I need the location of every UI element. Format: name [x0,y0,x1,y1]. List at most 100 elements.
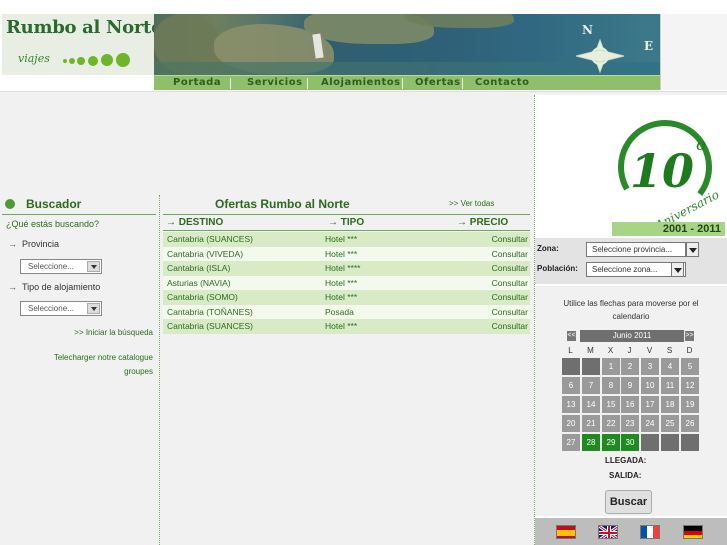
calendar-day[interactable]: 14 [582,396,600,413]
destino-cell[interactable]: Cantabria (SOMO) [167,292,238,302]
calendar-day[interactable]: 23 [621,415,639,432]
calendar-day[interactable]: 7 [582,377,600,394]
fr-flag-icon[interactable] [640,525,660,539]
anniversary-badge[interactable]: 10 o Aniversario [610,95,727,236]
logo[interactable]: Rumbo al Norte viajes [2,14,163,75]
logo-title: Rumbo al Norte [6,17,163,38]
precio-cell[interactable]: Consultar [492,307,528,317]
calendar-day[interactable]: 5 [681,358,699,375]
calendar-day[interactable]: 22 [602,415,620,432]
poblacion-dropdown-arrow-icon[interactable] [671,262,684,277]
calendar-day[interactable]: 9 [621,377,639,394]
table-row[interactable]: Asturias (NAVIA) Hotel *** Consultar [163,275,530,290]
zone-filter: Zona: Seleccione provincia... Población:… [535,238,727,284]
calendar-day[interactable]: 17 [641,396,659,413]
calendar-empty-cell [681,434,699,451]
dropdown-arrow-icon[interactable] [87,261,100,272]
calendar-day[interactable]: 21 [582,415,600,432]
weekday-label: J [627,346,632,355]
calendar-day[interactable]: 13 [562,396,580,413]
tipo-cell: Hotel *** [325,248,358,259]
tipo-alojamiento-select[interactable]: Seleccione... [20,301,102,316]
prev-month-icon[interactable]: << [567,331,576,341]
calendar-day[interactable]: 24 [641,415,659,432]
calendar-day[interactable]: 30 [621,434,639,451]
calendar-day[interactable]: 6 [562,377,580,394]
destino-cell[interactable]: Cantabria (VIVEDA) [167,249,243,259]
calendar-day[interactable]: 19 [681,396,699,413]
nav-portada[interactable]: Portada [173,77,221,90]
start-search-link[interactable]: >> Iniciar la búsqueda [74,328,153,337]
calendar-day[interactable]: 27 [562,434,580,451]
precio-cell[interactable]: Consultar [492,249,528,259]
zona-select[interactable]: Seleccione provincia... [586,242,686,257]
calendar-day[interactable]: 3 [641,358,659,375]
de-flag-icon[interactable] [683,525,703,539]
zona-dropdown-arrow-icon[interactable] [686,242,699,257]
view-all-link[interactable]: >> Ver todas [449,199,494,208]
nav-contacto[interactable]: Contacto [475,77,529,90]
compass-n-label: N [582,23,593,37]
column-header-destino[interactable]: → DESTINO [166,217,223,228]
table-row[interactable]: Cantabria (SUANCES) Hotel *** Consultar [163,232,530,247]
calendar-day[interactable]: 20 [562,415,580,432]
calendar-day[interactable]: 18 [661,396,679,413]
precio-cell[interactable]: Consultar [492,263,528,273]
destino-cell[interactable]: Cantabria (SUANCES) [167,321,253,331]
calendar-empty-cell [582,358,600,375]
nav-servicios[interactable]: Servicios [247,77,303,90]
provincia-label: → Provincia [8,239,60,249]
calendar-empty-cell [661,434,679,451]
destino-cell[interactable]: Cantabria (SUANCES) [167,234,253,244]
logo-dot-icon [101,54,113,66]
precio-cell[interactable]: Consultar [492,278,528,288]
calendar-day[interactable]: 29 [602,434,620,451]
calendar-day[interactable]: 10 [641,377,659,394]
provincia-select[interactable]: Seleccione... [20,259,102,274]
es-flag-icon[interactable] [556,525,576,539]
calendar-day[interactable]: 25 [661,415,679,432]
dropdown-arrow-icon[interactable] [87,303,100,314]
destino-cell[interactable]: Cantabria (TOÑANES) [167,307,253,317]
calendar-day[interactable]: 15 [602,396,620,413]
salida-label: SALIDA: [609,471,642,480]
column-header-precio[interactable]: → PRECIO [457,217,508,228]
nav-alojamientos[interactable]: Alojamientos [321,77,401,90]
table-row[interactable]: Cantabria (VIVEDA) Hotel *** Consultar [163,246,530,261]
calendar-day[interactable]: 28 [582,434,600,451]
destino-cell[interactable]: Asturias (NAVIA) [167,278,231,288]
tipo-cell: Posada [325,306,354,317]
calendar-day[interactable]: 11 [661,377,679,394]
table-row[interactable]: Cantabria (ISLA) Hotel **** Consultar [163,261,530,276]
nav-ofertas[interactable]: Ofertas [415,77,461,90]
calendar-day[interactable]: 8 [602,377,620,394]
table-row[interactable]: Cantabria (TOÑANES) Posada Consultar [163,304,530,319]
logo-dot-icon [63,59,67,63]
anniversary-years: 2001 - 2011 [612,222,725,236]
destino-cell[interactable]: Cantabria (ISLA) [167,263,230,273]
arrow-right-icon: → [8,282,17,292]
uk-flag-icon[interactable] [598,525,618,539]
green-dot-icon [5,199,15,209]
calendar-day[interactable]: 1 [602,358,620,375]
tipo-cell: Hotel *** [325,234,358,244]
arrow-right-icon: → [328,217,341,228]
tipo-cell: Hotel *** [325,277,358,288]
search-button[interactable]: Buscar [605,490,652,514]
table-row[interactable]: Cantabria (SUANCES) Hotel *** Consultar [163,319,530,334]
column-header-tipo[interactable]: → TIPO [328,217,364,228]
precio-cell[interactable]: Consultar [492,321,528,331]
calendar-day[interactable]: 4 [661,358,679,375]
weekday-label: D [686,346,693,355]
table-row[interactable]: Cantabria (SOMO) Hotel *** Consultar [163,290,530,305]
next-month-icon[interactable]: >> [685,331,694,341]
precio-cell[interactable]: Consultar [492,234,528,244]
precio-cell[interactable]: Consultar [492,292,528,302]
calendar-day[interactable]: 26 [681,415,699,432]
calendar-month: Junio 2011 [580,330,684,342]
main-nav: Portada Servicios Alojamientos Ofertas C… [154,75,660,90]
download-catalogue-link[interactable]: Telecharger notre catalogue groupes [23,351,153,379]
calendar-day[interactable]: 16 [621,396,639,413]
calendar-day[interactable]: 12 [681,377,699,394]
calendar-day[interactable]: 2 [621,358,639,375]
